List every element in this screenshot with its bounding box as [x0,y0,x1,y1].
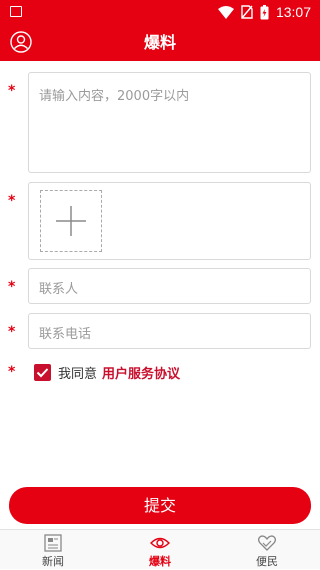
status-bar: 13:07 [0,0,320,24]
tab-services[interactable]: 便民 [214,530,320,570]
gallery-notification-icon [10,6,22,17]
tab-news-label: 新闻 [42,555,64,568]
battery-charging-icon [260,4,269,19]
add-media-button[interactable] [40,190,102,252]
media-upload-box [28,182,311,260]
contact-name-input[interactable]: 联系人 [28,268,311,304]
tab-report-label: 爆料 [149,555,171,568]
user-agreement-link[interactable]: 用户服务协议 [102,363,180,382]
no-sim-icon [241,5,253,19]
required-mark: * [8,364,16,380]
tab-news[interactable]: 新闻 [0,530,106,570]
agree-label: 我同意 [58,366,98,382]
tab-services-label: 便民 [256,555,278,568]
contact-phone-input[interactable]: 联系电话 [28,313,311,349]
heart-hands-icon [257,535,277,551]
wifi-icon [217,5,234,19]
agreement-row: 我同意 用户服务协议 [34,362,180,382]
eye-icon [150,537,170,549]
submit-button[interactable]: 提交 [9,487,311,524]
phone-placeholder: 联系电话 [39,327,92,342]
content-textarea[interactable]: 请输入内容，2000字以内 [28,72,311,173]
agreement-checkbox[interactable] [34,363,51,381]
required-mark: * [8,279,16,295]
required-mark: * [8,83,16,99]
bottom-tab-bar: 新闻 爆料 便民 [0,529,320,569]
tab-report[interactable]: 爆料 [107,530,213,570]
newspaper-icon [44,534,62,552]
required-mark: * [8,324,16,340]
plus-icon [56,206,86,236]
contact-placeholder: 联系人 [39,282,79,297]
app-bar: 爆料 [0,24,320,61]
checkmark-icon [36,367,49,377]
content-placeholder: 请输入内容，2000字以内 [39,89,190,104]
page-title: 爆料 [143,33,176,52]
clock: 13:07 [275,4,311,20]
status-icons: 13:07 [217,3,311,21]
required-mark: * [8,193,16,209]
